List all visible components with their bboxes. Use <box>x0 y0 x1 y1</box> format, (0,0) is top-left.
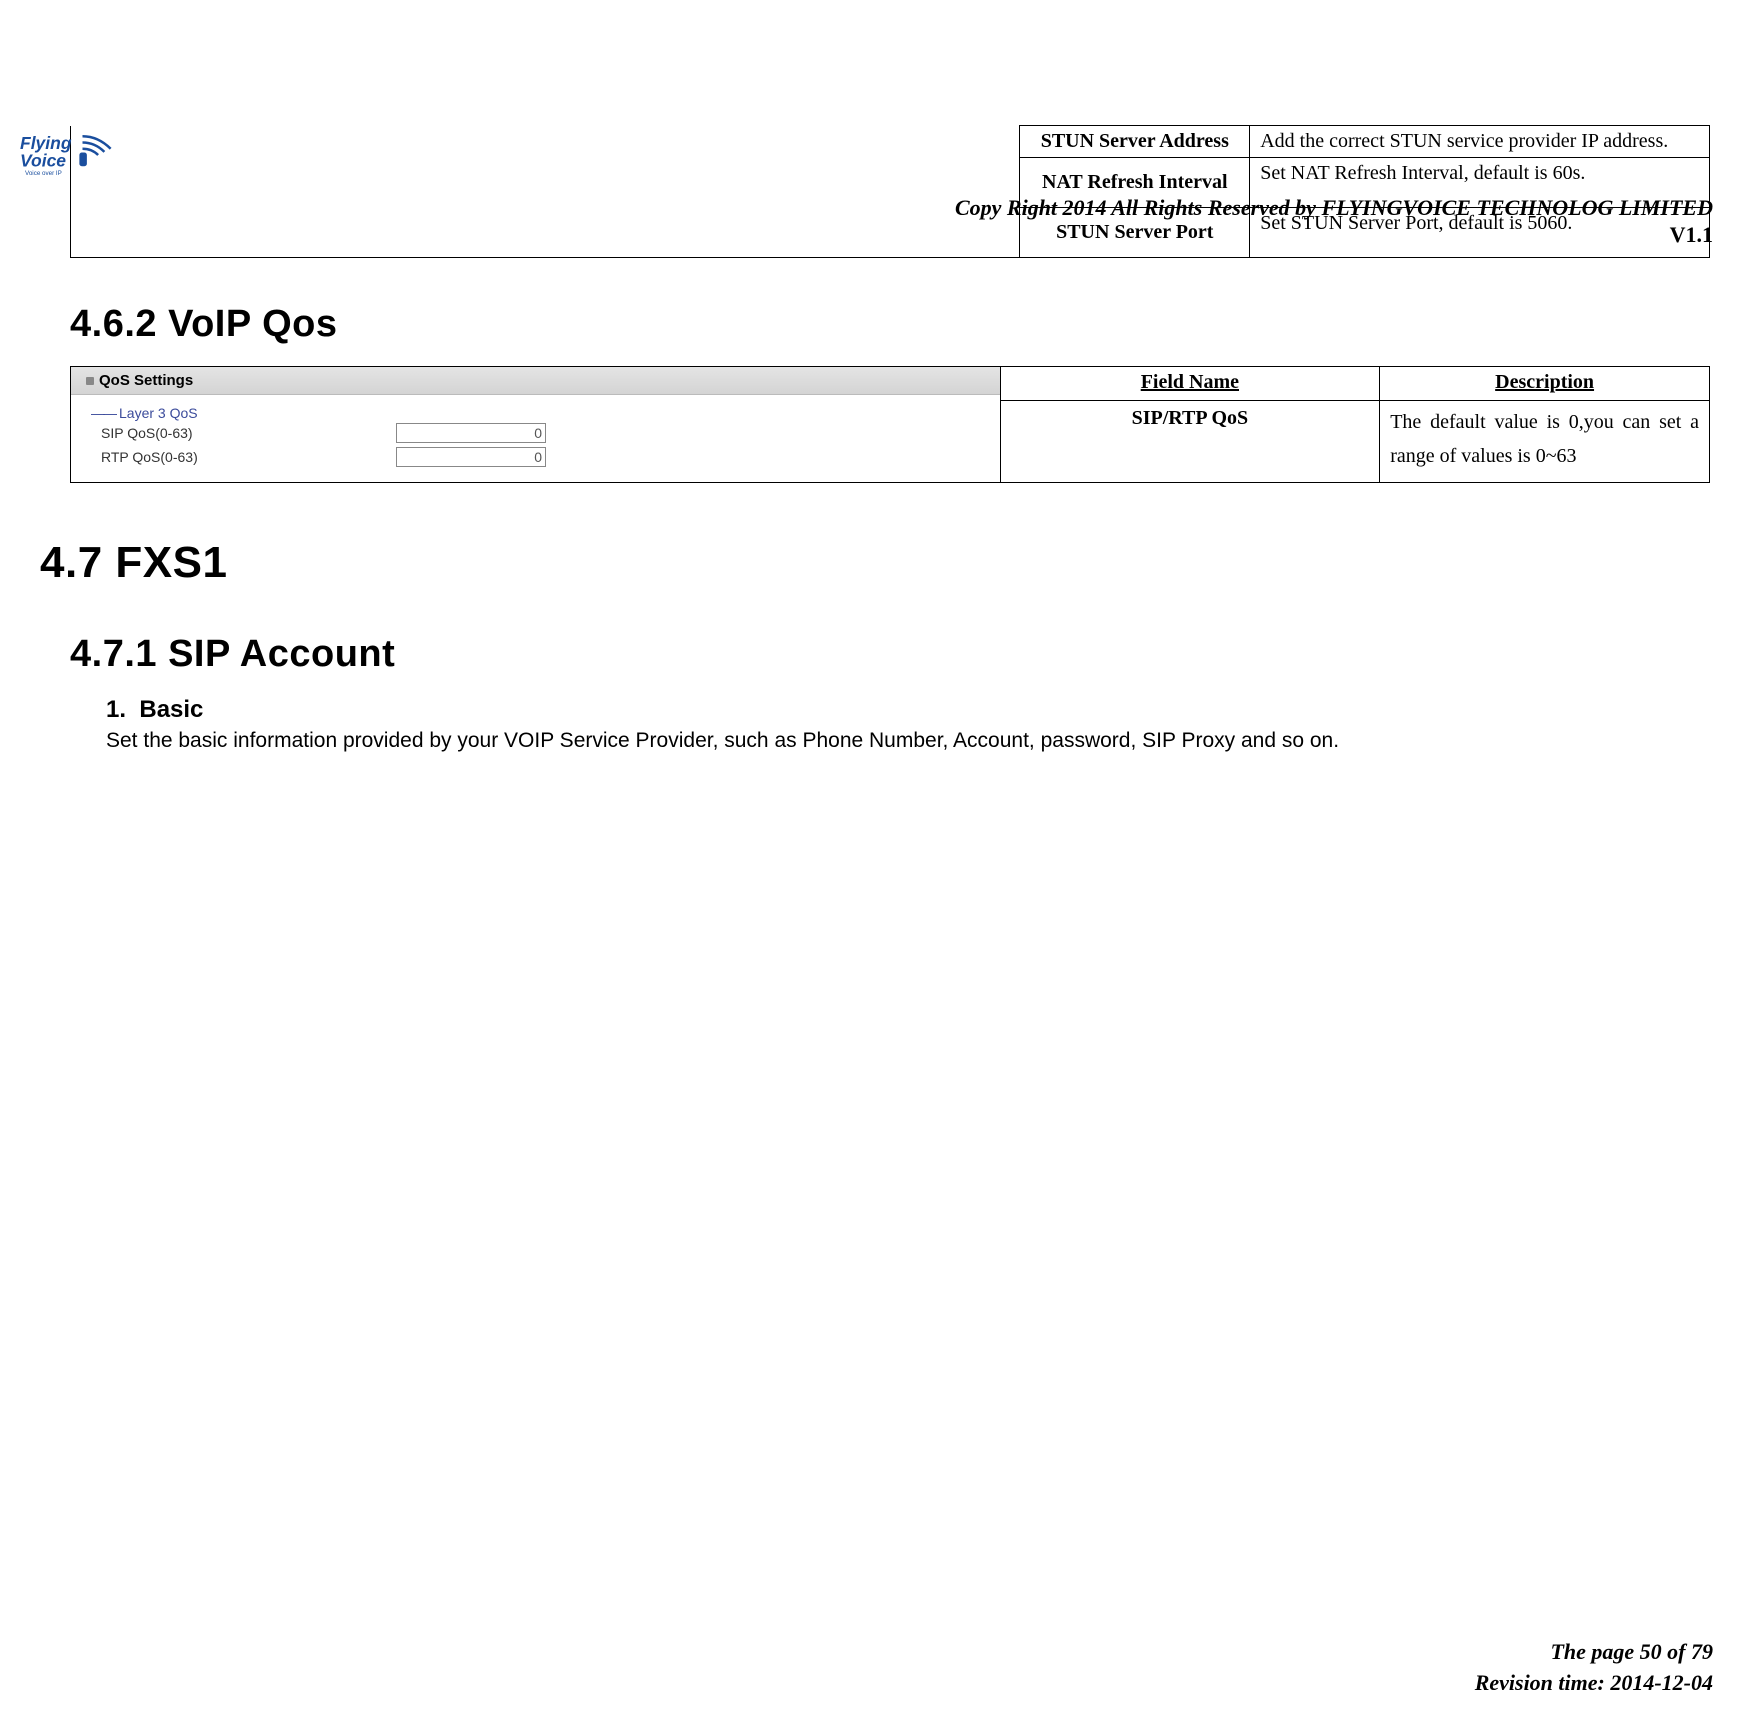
page-footer: The page 50 of 79 Revision time: 2014-12… <box>1475 1637 1713 1699</box>
layer3-label: ——Layer 3 QoS <box>71 395 1000 421</box>
column-header-field: Field Name <box>1000 367 1380 401</box>
table-row: QoS Settings ——Layer 3 QoS SIP QoS(0-63)… <box>71 367 1710 401</box>
flyingvoice-logo: Flying Voice Voice over IP <box>20 130 120 191</box>
version-line: V1.1 <box>1670 222 1713 248</box>
page-number: The page 50 of 79 <box>1475 1637 1713 1668</box>
basic-title: 1. Basic <box>106 696 1713 724</box>
heading-4-6-2: 4.6.2 VoIP Qos <box>70 303 1713 346</box>
qos-settings-label: QoS Settings <box>99 367 193 395</box>
qos-table: QoS Settings ——Layer 3 QoS SIP QoS(0-63)… <box>70 366 1710 483</box>
stun-table: STUN Server Address Add the correct STUN… <box>70 125 1710 258</box>
empty-cell <box>71 126 1020 158</box>
square-icon <box>86 377 94 385</box>
table-row: STUN Server Address Add the correct STUN… <box>71 126 1710 158</box>
field-label: STUN Server Address <box>1020 126 1250 158</box>
heading-4-7-1: 4.7.1 SIP Account <box>70 633 1713 676</box>
sip-qos-label: SIP QoS(0-63) <box>101 425 396 441</box>
svg-text:Voice: Voice <box>20 150 66 170</box>
svg-text:Voice over IP: Voice over IP <box>25 170 62 177</box>
empty-cell <box>71 208 1020 258</box>
field-label: SIP/RTP QoS <box>1000 401 1380 483</box>
basic-body: Set the basic information provided by yo… <box>106 726 1713 755</box>
field-desc: Add the correct STUN service provider IP… <box>1250 126 1710 158</box>
sip-qos-input[interactable]: 0 <box>396 423 546 443</box>
rtp-qos-label: RTP QoS(0-63) <box>101 449 396 465</box>
column-header-desc: Description <box>1380 367 1710 401</box>
qos-settings-header: QoS Settings <box>71 367 1000 395</box>
empty-cell <box>71 158 1020 208</box>
heading-4-7: 4.7 FXS1 <box>40 538 1713 588</box>
qos-screenshot-cell: QoS Settings ——Layer 3 QoS SIP QoS(0-63)… <box>71 367 1001 483</box>
logo-icon: Flying Voice Voice over IP <box>20 130 120 186</box>
rtp-qos-input[interactable]: 0 <box>396 447 546 467</box>
field-desc: The default value is 0,you can set a ran… <box>1380 401 1710 483</box>
revision-time: Revision time: 2014-12-04 <box>1475 1668 1713 1699</box>
copyright-line: Copy Right 2014 All Rights Reserved by F… <box>955 195 1713 221</box>
